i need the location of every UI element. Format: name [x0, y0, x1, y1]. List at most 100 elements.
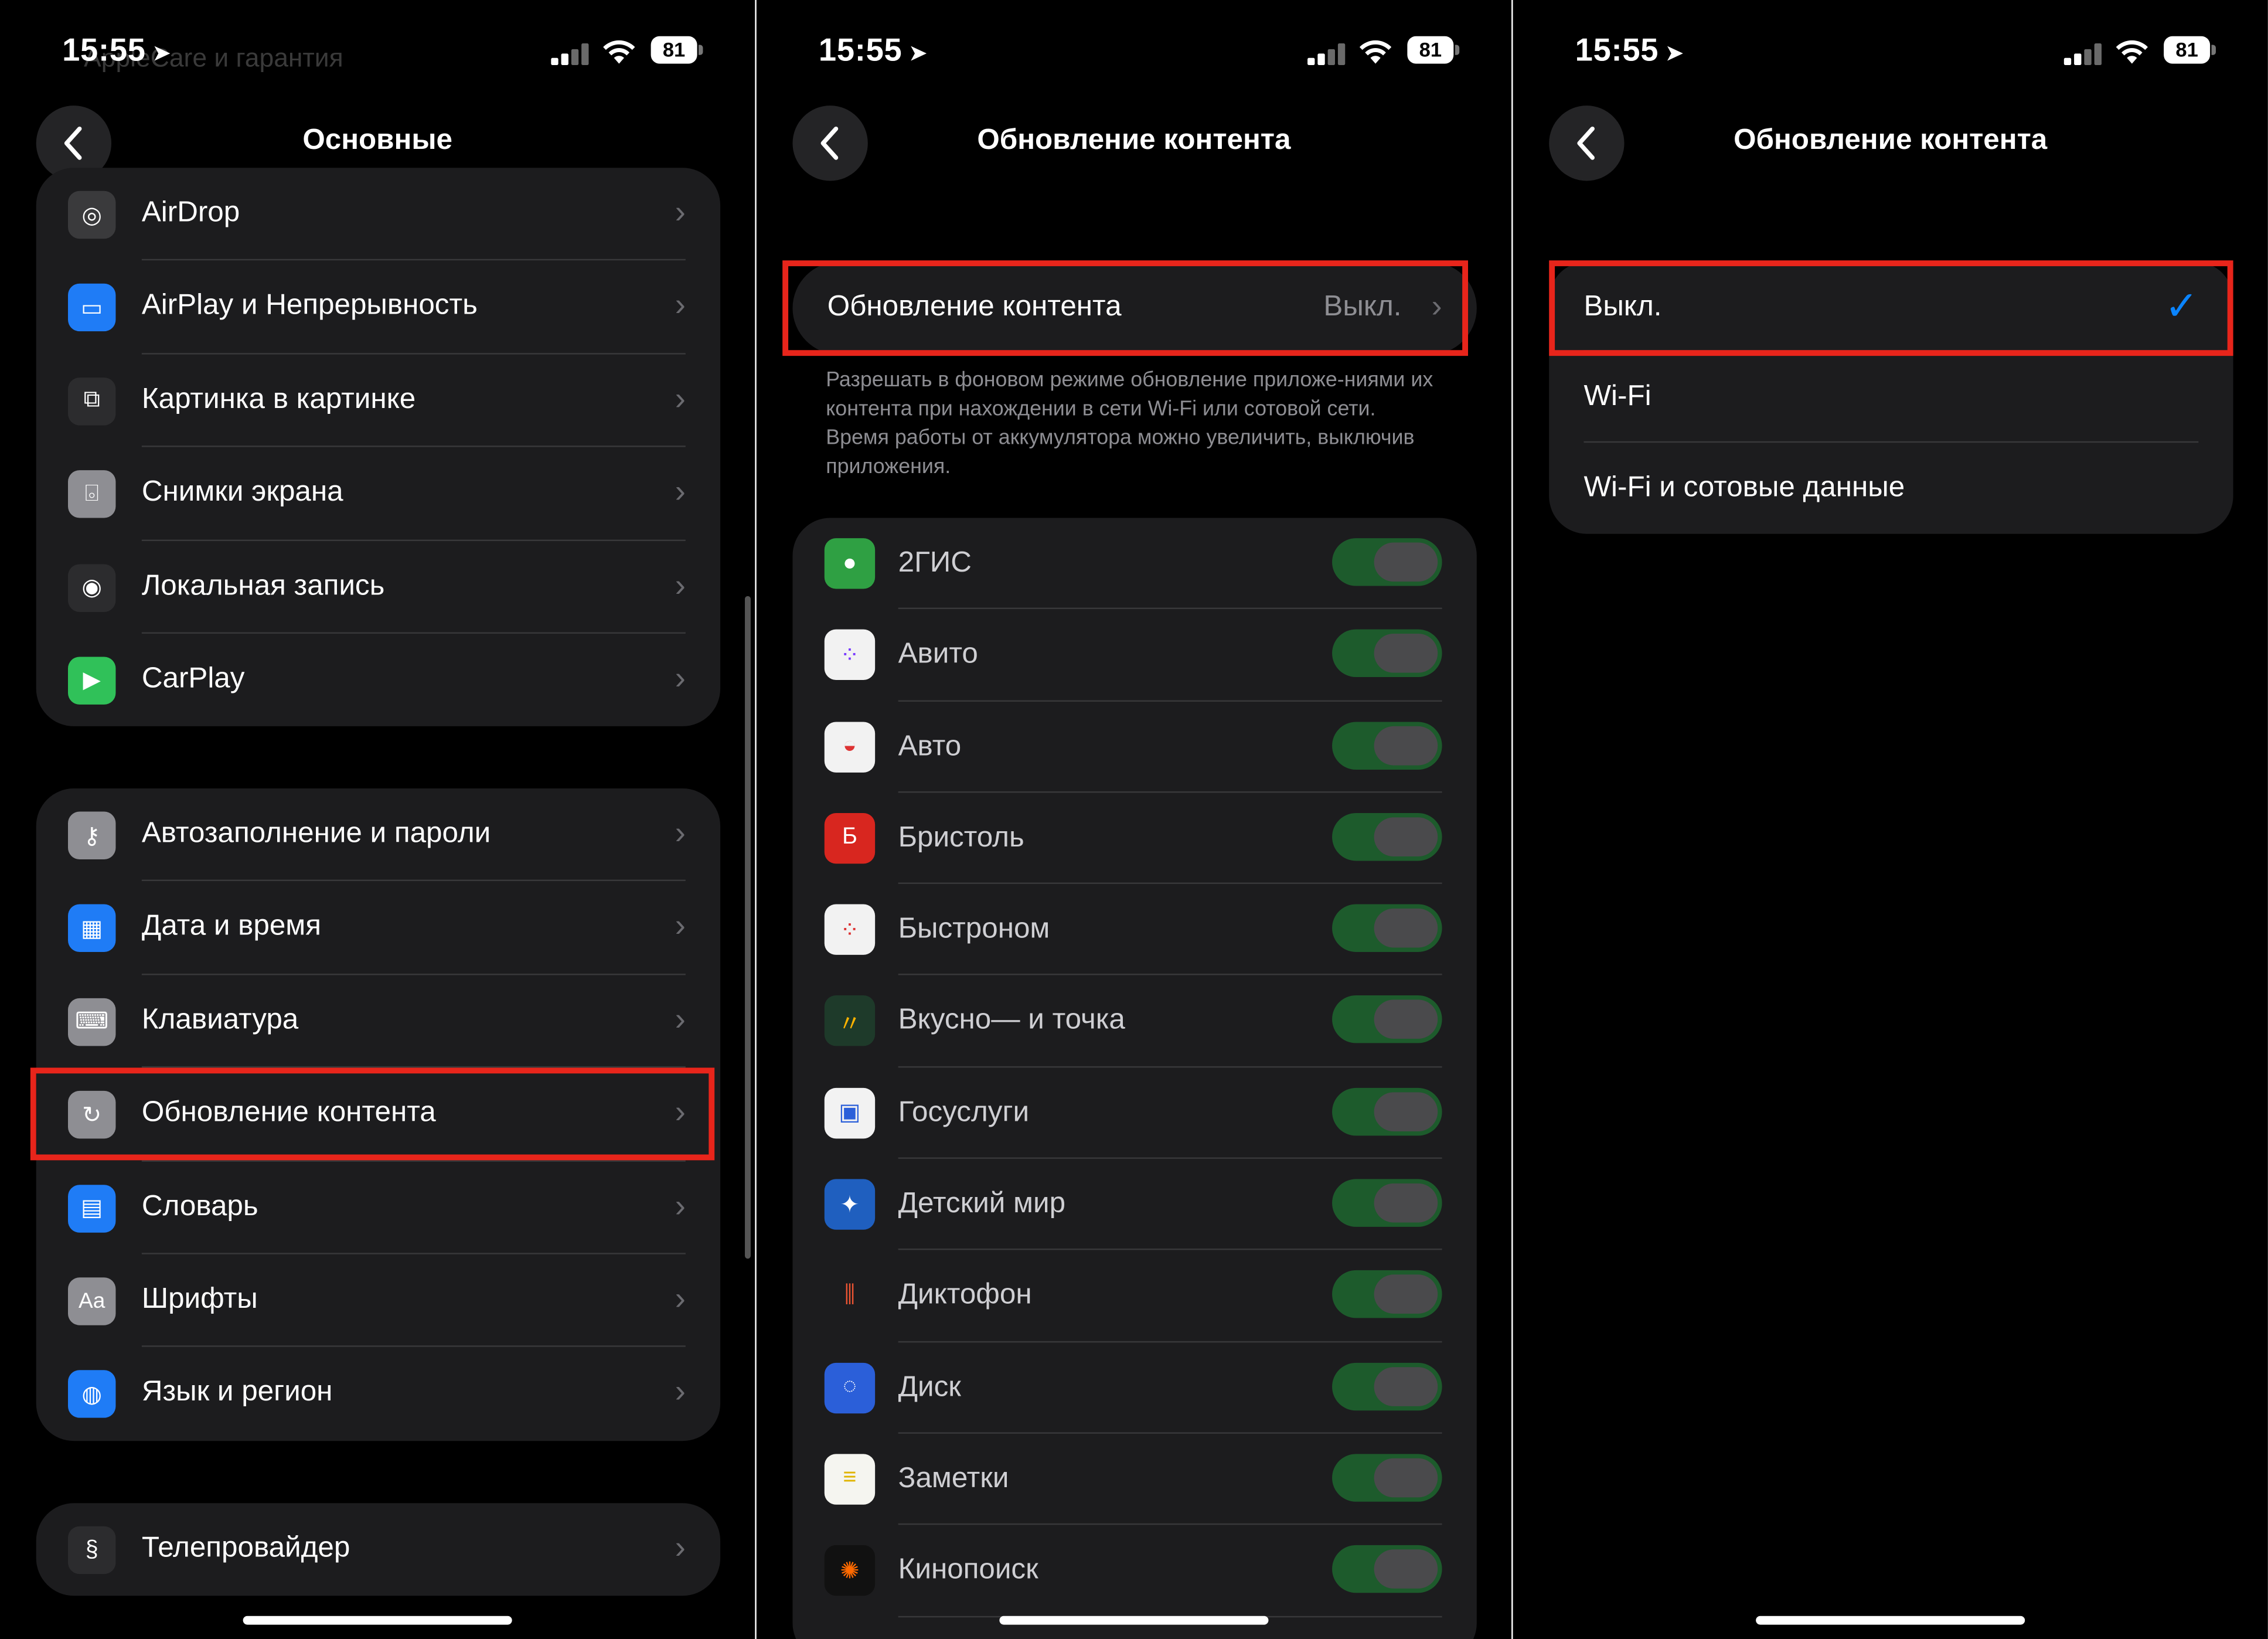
app-row: ✺ Кинопоиск: [792, 1525, 1476, 1617]
globe-icon: ◍: [67, 1371, 116, 1419]
airdrop-icon: ◎: [67, 191, 116, 239]
location-arrow-icon: ➤: [908, 42, 928, 67]
battery-indicator: 81: [1407, 36, 1460, 64]
chevron-right-icon: ›: [675, 1280, 686, 1317]
settings-row[interactable]: § Телепровайдер ›: [36, 1503, 720, 1596]
auto-icon: ◒: [824, 721, 876, 772]
settings-row[interactable]: ▦ Дата и время ›: [36, 882, 720, 975]
refresh-toggle[interactable]: [1332, 721, 1442, 769]
avito-icon: ⁘: [824, 630, 876, 681]
chevron-right-icon: ›: [675, 380, 686, 417]
cellular-signal-icon: [551, 42, 591, 66]
app-list: ● 2ГИС ⁘ Авито ◒ Авто Б Бристоль ⁘ Быстроном …: [792, 518, 1477, 1639]
battery-indicator: 81: [2164, 36, 2216, 64]
refresh-toggle[interactable]: [1332, 1362, 1442, 1410]
calendar-clock-icon: ▦: [67, 904, 116, 953]
highlight-box: [782, 260, 1469, 356]
home-indicator[interactable]: [999, 1616, 1269, 1625]
wifi-icon: [603, 40, 635, 64]
chevron-right-icon: ›: [675, 907, 686, 944]
2gis-icon: ●: [824, 538, 876, 589]
settings-row[interactable]: ⧉ Картинка в картинке ›: [36, 354, 720, 448]
status-time: 15:55: [62, 32, 146, 68]
disk-icon: ◌: [824, 1362, 876, 1413]
refresh-toggle[interactable]: [1332, 996, 1442, 1044]
app-row: 〃 Вкусно— и точка: [792, 976, 1476, 1067]
app-row: ✦ Детский мир: [792, 1159, 1476, 1251]
screen-refresh-options: 15:55 ➤ 81 Обновление контента Выкл. ✓ Wi…: [1513, 0, 2268, 1639]
location-arrow-icon: ➤: [152, 42, 172, 67]
chevron-right-icon: ›: [675, 659, 686, 696]
cellular-signal-icon: [2063, 42, 2104, 66]
chevron-right-icon: ›: [675, 473, 686, 510]
refresh-toggle[interactable]: [1332, 1454, 1442, 1502]
chevron-right-icon: ›: [675, 1001, 686, 1038]
app-row: ⁘ Авито: [792, 610, 1476, 701]
local-capture-icon: ◉: [67, 563, 116, 611]
status-time: 15:55: [1575, 32, 1659, 68]
refresh-toggle[interactable]: [1332, 630, 1442, 678]
highlight-box: [1549, 260, 2233, 356]
settings-group-tv: § Телепровайдер ›: [36, 1503, 721, 1596]
refresh-toggle[interactable]: [1332, 1179, 1442, 1227]
status-bar: 15:55 ➤ 81: [0, 32, 755, 72]
app-row: Б Бристоль: [792, 793, 1476, 885]
wifi-icon: [1359, 40, 1392, 64]
carplay-icon: ▶: [67, 657, 116, 705]
wifi-icon: [2116, 40, 2148, 64]
settings-row[interactable]: ▭ AirPlay и Непрерывность ›: [36, 261, 720, 355]
home-indicator[interactable]: [243, 1616, 512, 1625]
bristol-icon: Б: [824, 812, 876, 864]
settings-row[interactable]: ▤ Словарь ›: [36, 1161, 720, 1254]
screenshot-icon: ⌻: [67, 470, 116, 518]
settings-row[interactable]: ⚷ Автозаполнение и пароли ›: [36, 788, 720, 882]
settings-group-connectivity: ◎ AirDrop › ▭ AirPlay и Непрерывность › ⧉ Кар…: [36, 168, 721, 726]
voice-memos-icon: ⫼: [824, 1270, 876, 1322]
kinopoisk-icon: ✺: [824, 1545, 876, 1596]
key-icon: ⚷: [67, 811, 116, 859]
app-row: ◒ Авто: [792, 701, 1476, 793]
screen-general-settings: AppleCare и гарантия 15:55 ➤ 81 Основные…: [0, 0, 755, 1639]
location-arrow-icon: ➤: [1664, 42, 1684, 67]
refresh-toggle[interactable]: [1332, 538, 1442, 586]
refresh-toggle[interactable]: [1332, 1545, 1442, 1593]
settings-row[interactable]: ◍ Язык и регион ›: [36, 1348, 720, 1441]
battery-indicator: 81: [651, 36, 703, 64]
chevron-right-icon: ›: [675, 566, 686, 603]
book-icon: ▤: [67, 1184, 116, 1232]
settings-row[interactable]: ⌨ Клавиатура ›: [36, 975, 720, 1068]
settings-row[interactable]: ⌻ Снимки экрана ›: [36, 447, 720, 540]
app-row: ▣ Госуслуги: [792, 1067, 1476, 1159]
gosuslugi-icon: ▣: [824, 1087, 876, 1138]
chevron-right-icon: ›: [675, 1373, 686, 1410]
tv-provider-icon: §: [67, 1526, 116, 1575]
bystronom-icon: ⁘: [824, 904, 876, 955]
keyboard-icon: ⌨: [67, 998, 116, 1046]
app-row: ◌ Диск: [792, 1342, 1476, 1434]
app-row: ⫼ Диктофон: [792, 1250, 1476, 1342]
settings-row[interactable]: Aa Шрифты ›: [36, 1254, 720, 1348]
refresh-toggle[interactable]: [1332, 812, 1442, 861]
cellular-signal-icon: [1307, 42, 1348, 66]
page-title: Обновление контента: [977, 124, 1291, 157]
option-wifi-cellular[interactable]: Wi-Fi и сотовые данные: [1549, 443, 2233, 533]
notes-icon: ≡: [824, 1454, 876, 1505]
status-time: 15:55: [818, 32, 903, 68]
refresh-toggle[interactable]: [1332, 1270, 1442, 1319]
page-title: Обновление контента: [1734, 124, 2048, 157]
option-wifi[interactable]: Wi-Fi: [1549, 352, 2233, 443]
fonts-icon: Aa: [67, 1277, 116, 1325]
status-bar: 15:55 ➤ 81: [757, 32, 1511, 72]
scrollbar[interactable]: [745, 596, 751, 1259]
chevron-right-icon: ›: [675, 1187, 686, 1223]
refresh-toggle[interactable]: [1332, 1087, 1442, 1135]
description-text: Разрешать в фоновом режиме обновление пр…: [826, 369, 1433, 479]
home-indicator[interactable]: [1756, 1616, 2025, 1625]
refresh-toggle[interactable]: [1332, 904, 1442, 953]
pip-icon: ⧉: [67, 377, 116, 426]
settings-row[interactable]: ▶ CarPlay ›: [36, 634, 720, 726]
chevron-right-icon: ›: [675, 287, 686, 324]
vkusno-icon: 〃: [824, 996, 876, 1047]
settings-row[interactable]: ◎ AirDrop ›: [36, 168, 720, 261]
settings-row[interactable]: ◉ Локальная запись ›: [36, 540, 720, 634]
